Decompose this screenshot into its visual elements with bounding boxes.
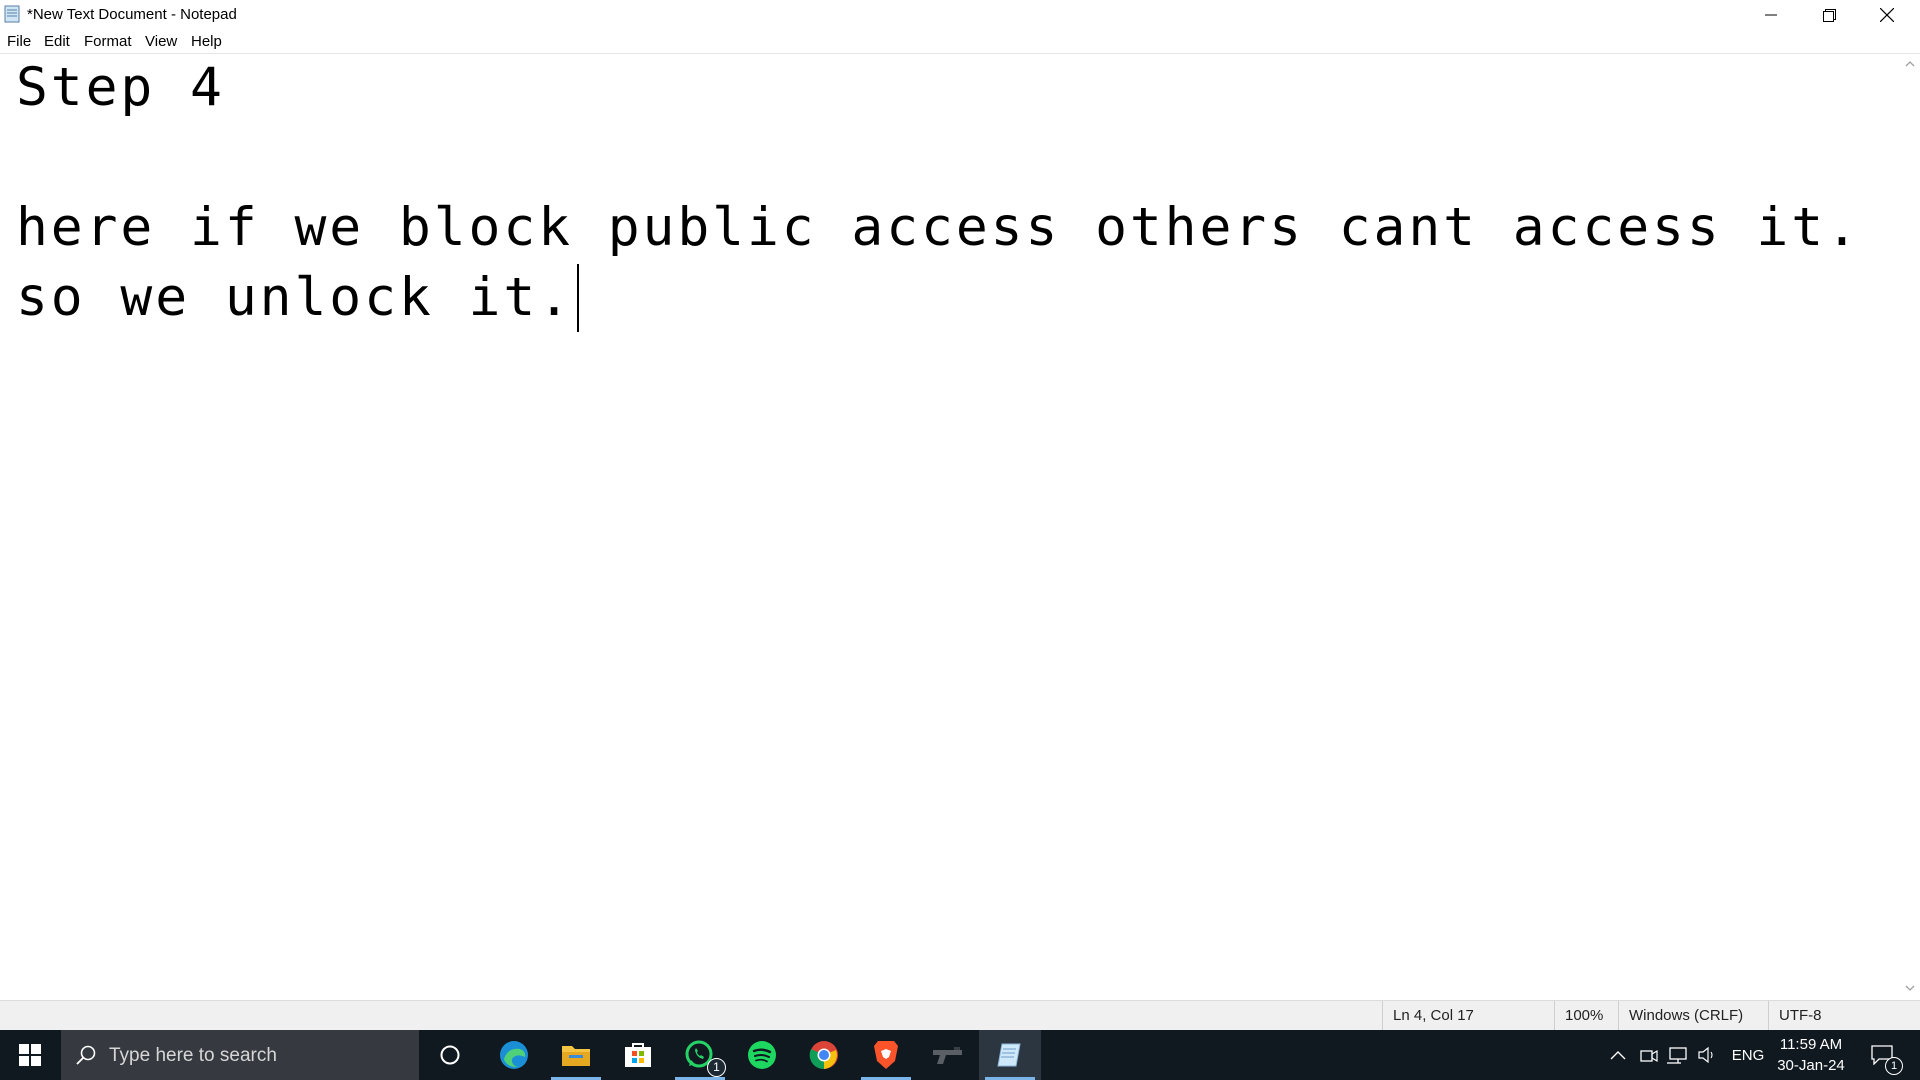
minimize-icon — [1765, 14, 1777, 16]
status-zoom: 100% — [1554, 1001, 1618, 1031]
window-title: *New Text Document - Notepad — [27, 6, 237, 23]
spotify-icon — [748, 1041, 776, 1069]
taskbar-notepad[interactable] — [979, 1030, 1041, 1080]
menu-format[interactable]: Format — [84, 33, 132, 50]
taskbar-file-explorer[interactable] — [545, 1030, 607, 1080]
vertical-scrollbar[interactable] — [1900, 54, 1920, 998]
brave-icon — [874, 1041, 898, 1069]
editor-line-4: so we unlock it. — [16, 264, 579, 332]
clock-date: 30-Jan-24 — [1777, 1057, 1845, 1074]
menu-view[interactable]: View — [145, 33, 177, 50]
restore-icon — [1822, 8, 1836, 22]
close-icon — [1880, 8, 1894, 22]
chevron-up-icon — [1610, 1051, 1626, 1060]
taskbar-edge[interactable] — [483, 1030, 545, 1080]
status-bar: Ln 4, Col 17 100% Windows (CRLF) UTF-8 — [0, 1000, 1920, 1031]
start-button[interactable] — [0, 1030, 60, 1080]
status-line-ending: Windows (CRLF) — [1618, 1001, 1768, 1031]
editor-line-4-text: so we unlock it. — [16, 267, 573, 328]
folder-icon — [562, 1046, 590, 1066]
taskbar-gun-app[interactable] — [917, 1030, 979, 1080]
tray-overflow-button[interactable] — [1605, 1030, 1631, 1080]
taskbar: Type here to search 1 ENG 11:59 AM 30-Ja… — [0, 1030, 1920, 1080]
notepad-app-icon — [4, 5, 20, 23]
taskbar-chrome[interactable] — [793, 1030, 855, 1080]
taskbar-search-box[interactable]: Type here to search — [61, 1030, 419, 1080]
taskbar-spotify[interactable] — [731, 1030, 793, 1080]
taskbar-brave[interactable] — [855, 1030, 917, 1080]
windows-logo-icon — [19, 1044, 41, 1066]
chrome-icon — [809, 1041, 838, 1070]
whatsapp-badge: 1 — [707, 1058, 726, 1077]
restore-button[interactable] — [1800, 0, 1858, 30]
microsoft-store-icon — [625, 1043, 651, 1067]
edge-icon — [500, 1041, 528, 1069]
text-cursor — [576, 264, 579, 332]
tray-meet-now[interactable] — [1636, 1030, 1662, 1080]
tray-network[interactable] — [1664, 1030, 1690, 1080]
menu-edit[interactable]: Edit — [44, 33, 70, 50]
scroll-up-arrow-icon[interactable] — [1900, 56, 1920, 72]
taskbar-cortana[interactable] — [419, 1030, 481, 1080]
title-bar: *New Text Document - Notepad — [0, 0, 1920, 30]
close-button[interactable] — [1858, 0, 1916, 30]
text-editor[interactable]: Step 4 here if we block public access ot… — [0, 54, 1898, 998]
notepad-icon — [997, 1043, 1021, 1067]
taskbar-store[interactable] — [607, 1030, 669, 1080]
taskbar-clock[interactable]: 11:59 AM 30-Jan-24 — [1770, 1034, 1852, 1076]
editor-line-3: here if we block public access others ca… — [16, 197, 1861, 258]
menu-file[interactable]: File — [7, 33, 31, 50]
status-encoding: UTF-8 — [1768, 1001, 1920, 1031]
taskbar-whatsapp[interactable]: 1 — [669, 1030, 731, 1080]
tray-volume[interactable] — [1694, 1030, 1720, 1080]
tray-language[interactable]: ENG — [1728, 1030, 1768, 1080]
minimize-button[interactable] — [1742, 0, 1800, 30]
status-position: Ln 4, Col 17 — [1382, 1001, 1554, 1031]
scroll-down-arrow-icon[interactable] — [1900, 980, 1920, 996]
menu-bar: File Edit Format View Help — [0, 30, 1920, 54]
clock-time: 11:59 AM — [1779, 1036, 1843, 1053]
speaker-icon — [1698, 1047, 1713, 1063]
notification-badge: 1 — [1885, 1057, 1903, 1075]
search-icon — [76, 1045, 96, 1065]
editor-line-1: Step 4 — [16, 57, 225, 118]
search-placeholder: Type here to search — [109, 1045, 277, 1066]
gun-app-icon — [933, 1047, 962, 1064]
meet-now-icon — [1640, 1049, 1658, 1063]
menu-help[interactable]: Help — [191, 33, 222, 50]
action-center-button[interactable]: 1 — [1862, 1030, 1903, 1080]
cortana-icon — [440, 1045, 460, 1065]
network-icon — [1667, 1047, 1687, 1064]
